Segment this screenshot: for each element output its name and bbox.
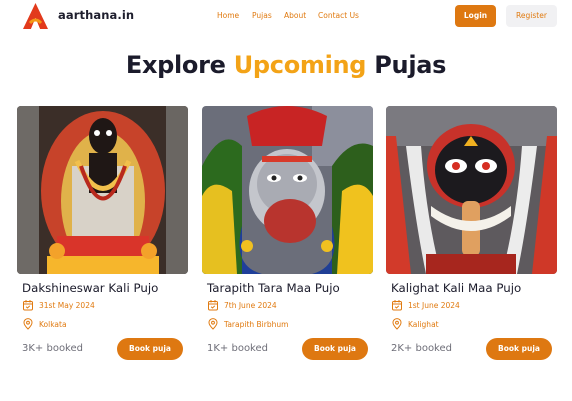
puja-date: 7th June 2024 — [224, 301, 277, 310]
login-button[interactable]: Login — [455, 5, 496, 27]
nav-contact-us[interactable]: Contact Us — [318, 11, 359, 20]
puja-image-tarapith[interactable] — [202, 106, 373, 274]
puja-card[interactable]: Kalighat Kali Maa Pujo 1st June 2024 Kal… — [386, 106, 557, 376]
brand-name[interactable]: aarthana.in — [58, 8, 134, 22]
register-button[interactable]: Register — [506, 5, 557, 27]
puja-card[interactable]: Dakshineswar Kali Pujo 31st May 2024 Kol… — [17, 106, 188, 376]
puja-card[interactable]: Tarapith Tara Maa Pujo 7th June 2024 Tar… — [202, 106, 373, 376]
puja-location: Kolkata — [39, 320, 67, 329]
puja-location: Kalighat — [408, 320, 439, 329]
booked-count: 2K+ booked — [391, 343, 452, 354]
puja-image-dakshineswar[interactable] — [17, 106, 188, 274]
puja-date: 31st May 2024 — [39, 301, 95, 310]
location-pin-icon — [208, 318, 218, 330]
calendar-icon — [23, 300, 33, 311]
headline-part1: Explore — [125, 51, 226, 79]
site-header: aarthana.in Home Pujas About Contact Us … — [0, 0, 572, 34]
headline-accent: Upcoming — [233, 51, 367, 79]
puja-location: Tarapith Birbhum — [224, 320, 289, 329]
puja-title[interactable]: Kalighat Kali Maa Pujo — [391, 281, 521, 295]
puja-image-kalighat[interactable] — [386, 106, 557, 274]
calendar-icon — [208, 300, 218, 311]
puja-title[interactable]: Dakshineswar Kali Pujo — [22, 281, 158, 295]
book-puja-button[interactable]: Book puja — [302, 338, 368, 360]
nav-pujas[interactable]: Pujas — [252, 11, 272, 20]
location-pin-icon — [392, 318, 402, 330]
book-puja-button[interactable]: Book puja — [117, 338, 183, 360]
book-puja-button[interactable]: Book puja — [486, 338, 552, 360]
booked-count: 1K+ booked — [207, 343, 268, 354]
nav-about[interactable]: About — [284, 11, 306, 20]
nav-home[interactable]: Home — [217, 11, 239, 20]
puja-date: 1st June 2024 — [408, 301, 460, 310]
headline-part2: Pujas — [374, 51, 447, 79]
page-headline: Explore Upcoming Pujas — [0, 51, 572, 79]
booked-count: 3K+ booked — [22, 343, 83, 354]
puja-title[interactable]: Tarapith Tara Maa Pujo — [207, 281, 340, 295]
calendar-icon — [392, 300, 402, 311]
aarthana-logo-icon[interactable] — [22, 2, 49, 30]
location-pin-icon — [23, 318, 33, 330]
